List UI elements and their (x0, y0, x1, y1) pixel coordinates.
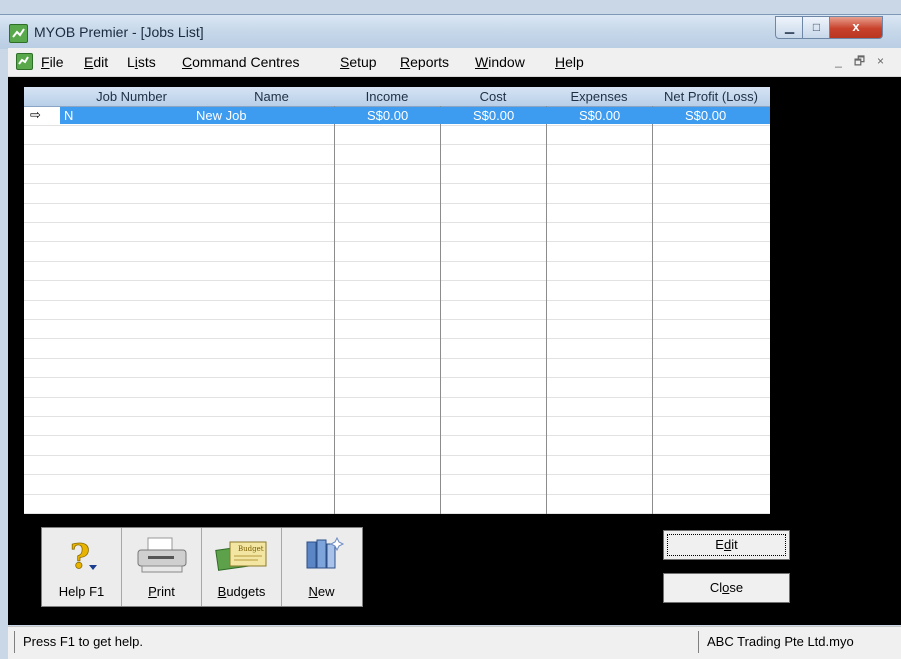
help-f1-label: Help F1 (58, 584, 105, 599)
menu-window[interactable]: Window (475, 54, 525, 70)
print-label: Print (148, 584, 175, 599)
table-row-selected[interactable]: N New Job S$0.00 S$0.00 S$0.00 S$0.00 (60, 107, 770, 124)
row-line (24, 164, 770, 165)
close-button[interactable]: Close (663, 573, 790, 603)
svg-text:Budget: Budget (238, 545, 264, 553)
cell-name: New Job (196, 108, 247, 123)
row-line (24, 494, 770, 495)
row-line (24, 125, 770, 126)
menu-setup[interactable]: Setup (340, 54, 377, 70)
document-icon[interactable] (16, 53, 33, 70)
jobs-table[interactable]: Job Number Name Income Cost Expenses Net… (24, 87, 770, 514)
cell-cost: S$0.00 (473, 108, 515, 123)
budgets-label: Budgets (217, 584, 266, 599)
row-line (24, 203, 770, 204)
row-line (24, 338, 770, 339)
row-line (24, 241, 770, 242)
column-divider (334, 106, 335, 514)
row-line (24, 455, 770, 456)
printer-icon (122, 536, 201, 574)
column-header-cost[interactable]: Cost (440, 89, 546, 104)
column-divider (652, 106, 653, 514)
table-header: Job Number Name Income Cost Expenses Net… (24, 87, 770, 107)
myob-app-icon[interactable] (9, 24, 28, 43)
column-header-name[interactable]: Name (209, 89, 334, 104)
row-line (24, 222, 770, 223)
row-line (24, 319, 770, 320)
svg-text:?: ? (70, 537, 90, 574)
column-divider (440, 106, 441, 514)
row-line (24, 474, 770, 475)
status-help-text: Press F1 to get help. (14, 631, 683, 653)
help-icon: ? (42, 536, 121, 577)
menu-help[interactable]: Help (555, 54, 584, 70)
current-row-arrow-icon: ⇨ (30, 107, 41, 122)
row-line (24, 358, 770, 359)
row-line (24, 300, 770, 301)
row-line (24, 435, 770, 436)
row-line (24, 397, 770, 398)
menu-reports[interactable]: Reports (400, 54, 449, 70)
cell-income: S$0.00 (367, 108, 409, 123)
column-divider (546, 106, 547, 514)
menu-command-centres[interactable]: Command Centres (182, 54, 300, 70)
jobs-list-window: Job Number Name Income Cost Expenses Net… (8, 77, 901, 625)
edit-button[interactable]: Edit (663, 530, 790, 560)
menu-lists[interactable]: Lists (127, 54, 156, 70)
close-window-button[interactable]: x (829, 16, 883, 39)
row-line (24, 144, 770, 145)
new-button[interactable]: New (282, 528, 361, 606)
row-line (24, 183, 770, 184)
row-line (24, 280, 770, 281)
row-line (24, 513, 770, 514)
new-document-icon (282, 536, 361, 574)
status-file-name: ABC Trading Pte Ltd.myo (698, 631, 901, 653)
bottom-toolbar: ? Help F1 Print Budget Budgets New (41, 527, 363, 607)
row-line (24, 416, 770, 417)
menu-edit[interactable]: Edit (84, 54, 108, 70)
row-line (24, 261, 770, 262)
menu-bar: File Edit Lists Command Centres Setup Re… (8, 48, 901, 77)
print-button[interactable]: Print (122, 528, 202, 606)
mdi-minimize-button[interactable]: _ (830, 53, 847, 70)
help-f1-button[interactable]: ? Help F1 (42, 528, 122, 606)
cell-job-number: N (64, 108, 74, 123)
window-title: MYOB Premier - [Jobs List] (34, 24, 204, 40)
column-header-income[interactable]: Income (334, 89, 440, 104)
mdi-close-button[interactable]: × (872, 53, 889, 70)
column-header-expenses[interactable]: Expenses (546, 89, 652, 104)
column-header-job-number[interactable]: Job Number (54, 89, 209, 104)
minimize-button[interactable]: ▁ (775, 16, 804, 39)
budgets-button[interactable]: Budget Budgets (202, 528, 282, 606)
status-bar: Press F1 to get help. ABC Trading Pte Lt… (8, 626, 901, 659)
title-bar[interactable]: MYOB Premier - [Jobs List] ▁ □ x (0, 14, 901, 49)
cell-expenses: S$0.00 (579, 108, 621, 123)
row-line (24, 377, 770, 378)
budget-icon: Budget (202, 536, 281, 574)
menu-file[interactable]: File (41, 54, 64, 70)
new-label: New (308, 584, 335, 599)
mdi-restore-button[interactable]: 🗗 (851, 53, 868, 70)
cell-net-profit: S$0.00 (685, 108, 727, 123)
column-header-net-profit[interactable]: Net Profit (Loss) (652, 89, 770, 104)
maximize-button[interactable]: □ (802, 16, 831, 39)
